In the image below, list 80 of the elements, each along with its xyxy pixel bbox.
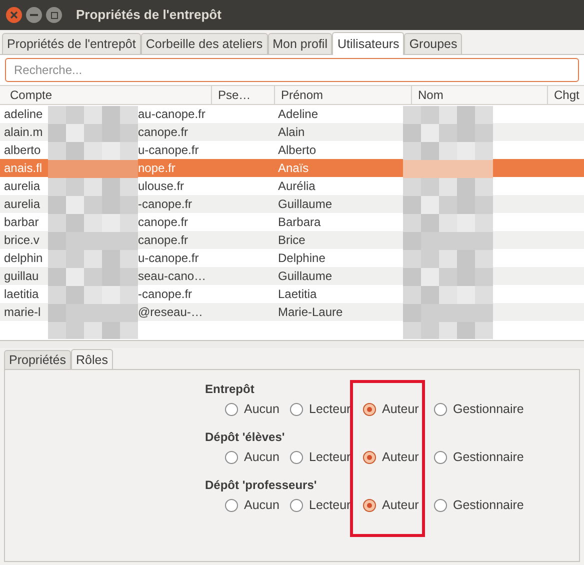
radio-option[interactable]: Gestionnaire <box>434 496 534 514</box>
table-cell-text: guillau <box>4 268 39 285</box>
table-cell-text: Delphine <box>278 250 326 267</box>
table-cell-text: Aurélia <box>278 178 316 195</box>
group-label: Entrepôt <box>205 381 254 396</box>
radio-button[interactable] <box>363 498 376 512</box>
table-cell-text: adeline <box>4 106 43 123</box>
radio-option[interactable]: Auteur <box>363 400 434 418</box>
close-icon[interactable] <box>6 7 22 23</box>
minimize-icon[interactable] <box>26 7 42 23</box>
table-cell-text: ulouse.fr <box>138 178 184 195</box>
radio-button[interactable] <box>290 402 303 416</box>
radio-button[interactable] <box>363 402 376 416</box>
table-cell-text: delphin <box>4 250 43 267</box>
radio-button[interactable] <box>225 402 238 416</box>
radio-option[interactable]: Lecteur <box>290 496 363 514</box>
table-cell-text: anais.fl <box>4 160 42 177</box>
table-cell-text: Laetitia <box>278 286 317 303</box>
table-cell-text: brice.v <box>4 232 40 249</box>
table-cell-text: canope.fr <box>138 124 188 141</box>
group-label: Dépôt 'élèves' <box>205 429 285 444</box>
table-cell-text: Guillaume <box>278 268 332 285</box>
column-header[interactable]: Pse… <box>212 86 275 104</box>
search-field[interactable]: Recherche... <box>5 58 579 82</box>
table-cell-text: -canope.fr <box>138 196 192 213</box>
table-cell-text: canope.fr <box>138 232 188 249</box>
table-cell-text: Alberto <box>278 142 316 159</box>
radio-button[interactable] <box>434 450 447 464</box>
maximize-icon[interactable] <box>46 7 62 23</box>
column-header[interactable]: Prénom <box>275 86 412 104</box>
table-cell-text: alberto <box>4 142 41 159</box>
column-header[interactable]: Compte <box>4 86 212 104</box>
tab[interactable]: Propriétés <box>4 350 71 369</box>
radio-option[interactable]: Aucun <box>225 400 290 418</box>
table-cell-text: Guillaume <box>278 196 332 213</box>
table-cell-text: Barbara <box>278 214 321 231</box>
radio-option[interactable]: Aucun <box>225 448 290 466</box>
radio-option[interactable]: Lecteur <box>290 448 363 466</box>
tab[interactable]: Propriétés de l'entrepôt <box>2 33 141 54</box>
radio-option[interactable]: Gestionnaire <box>434 448 534 466</box>
table-cell-text: au-canope.fr <box>138 106 206 123</box>
table-cell-text: barbar <box>4 214 39 231</box>
table-cell-text: alain.m <box>4 124 43 141</box>
radio-option[interactable]: Gestionnaire <box>434 400 534 418</box>
tab[interactable]: Utilisateurs <box>332 32 404 55</box>
radio-button[interactable] <box>434 402 447 416</box>
table-cell-text: Marie-Laure <box>278 304 343 321</box>
table-cell-text: Anaïs <box>278 160 309 177</box>
table-cell-text: marie-l <box>4 304 41 321</box>
radio-button[interactable] <box>363 450 376 464</box>
table-cell-text: u-canope.fr <box>138 250 199 267</box>
column-header[interactable]: Nom <box>412 86 548 104</box>
tab[interactable]: Corbeille des ateliers <box>140 33 268 54</box>
table-cell-text: -canope.fr <box>138 286 192 303</box>
radio-button[interactable] <box>434 498 447 512</box>
radio-button[interactable] <box>225 450 238 464</box>
table-cell-text: aurelia <box>4 178 40 195</box>
radio-button[interactable] <box>290 450 303 464</box>
table-cell-text: laetitia <box>4 286 39 303</box>
table-cell-text: aurelia <box>4 196 40 213</box>
radio-option[interactable]: Auteur <box>363 496 434 514</box>
tab[interactable]: Rôles <box>70 349 113 370</box>
group-label: Dépôt 'professeurs' <box>205 477 317 492</box>
table-cell-text: @reseau-… <box>138 304 203 321</box>
table-cell-text: nope.fr <box>138 160 176 177</box>
table-cell-text: Brice <box>278 232 306 249</box>
table-cell-text: u-canope.fr <box>138 142 199 159</box>
tab[interactable]: Mon profil <box>268 33 332 54</box>
radio-option[interactable]: Aucun <box>225 496 290 514</box>
table-cell-text: Adeline <box>278 106 318 123</box>
radio-option[interactable]: Lecteur <box>290 400 363 418</box>
radio-button[interactable] <box>290 498 303 512</box>
tab[interactable]: Groupes <box>404 33 462 54</box>
radio-button[interactable] <box>225 498 238 512</box>
window-title: Propriétés de l'entrepôt <box>76 6 222 24</box>
column-header[interactable]: Chgt <box>548 86 584 104</box>
radio-option[interactable]: Auteur <box>363 448 434 466</box>
table-cell-text: Alain <box>278 124 305 141</box>
table-cell-text: canope.fr <box>138 214 188 231</box>
table-cell-text: seau-cano… <box>138 268 206 285</box>
